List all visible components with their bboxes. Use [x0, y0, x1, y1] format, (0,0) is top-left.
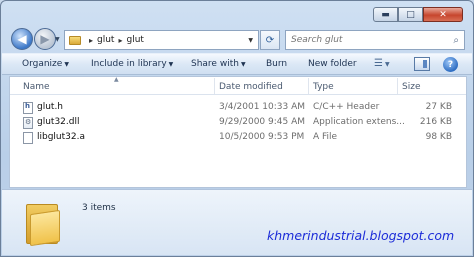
generic-file-icon	[23, 132, 33, 144]
dll-file-icon	[23, 117, 33, 129]
file-date: 10/5/2000 9:53 PM	[219, 132, 305, 142]
sort-ascending-icon: ▲	[114, 76, 119, 83]
file-name[interactable]: glut.h	[37, 102, 63, 112]
close-button[interactable]: ✕	[423, 7, 463, 22]
search-box[interactable]: ⌕	[285, 30, 465, 50]
address-bar[interactable]: ▸ glut ▸ glut ▼	[64, 30, 259, 50]
file-size: 216 KB	[419, 117, 452, 127]
chevron-down-icon: ▼	[64, 61, 69, 68]
forward-button[interactable]: ▶	[34, 28, 56, 50]
preview-pane-button[interactable]	[414, 57, 430, 71]
header-file-icon	[23, 102, 33, 114]
search-icon[interactable]: ⌕	[453, 35, 459, 46]
minimize-button[interactable]: ▬	[373, 7, 398, 22]
column-header-date[interactable]: Date modified	[219, 82, 283, 92]
watermark-text: khmerindustrial.blogspot.com	[267, 228, 455, 243]
breadcrumb-separator[interactable]: ▸	[118, 36, 122, 45]
refresh-button[interactable]: ⟳	[260, 30, 280, 50]
back-button[interactable]: ◀	[11, 28, 33, 50]
file-type: Application extens...	[313, 117, 405, 127]
folder-icon	[69, 35, 81, 45]
column-header-size[interactable]: Size	[402, 82, 420, 92]
search-input[interactable]	[291, 35, 441, 45]
file-name[interactable]: glut32.dll	[37, 117, 79, 127]
command-bar: Organize ▼ Include in library ▼ Share with…	[2, 53, 472, 75]
file-list: ▲ Name Date modified Type Size glut.h 3/…	[9, 76, 467, 188]
views-icon: ☰	[374, 58, 383, 69]
caption-buttons: ▬ □ ✕	[373, 7, 463, 22]
explorer-window: ▬ □ ✕ ◀ ▶ ▼ ▸ glut ▸ glut ▼ ⟳ ⌕ Organize…	[0, 0, 474, 257]
new-folder-button[interactable]: New folder	[308, 59, 357, 69]
folder-icon	[24, 200, 60, 247]
file-name[interactable]: libglut32.a	[37, 132, 85, 142]
help-button[interactable]: ?	[443, 57, 458, 72]
column-divider[interactable]	[397, 78, 398, 94]
file-type: C/C++ Header	[313, 102, 380, 112]
column-divider[interactable]	[214, 78, 215, 94]
breadcrumb-separator[interactable]: ▸	[89, 36, 93, 45]
file-row[interactable]: glut.h 3/4/2001 10:33 AM C/C++ Header 27…	[10, 101, 466, 115]
item-count: 3 items	[82, 203, 116, 213]
column-headers: ▲ Name Date modified Type Size	[10, 76, 466, 95]
file-date: 9/29/2000 9:45 AM	[219, 117, 306, 127]
column-header-name[interactable]: Name	[23, 82, 50, 92]
breadcrumb-item[interactable]: glut	[97, 35, 114, 45]
details-pane: 3 items khmerindustrial.blogspot.com	[2, 189, 472, 255]
file-type: A File	[313, 132, 338, 142]
column-header-type[interactable]: Type	[313, 82, 334, 92]
burn-button[interactable]: Burn	[266, 59, 287, 69]
maximize-button[interactable]: □	[398, 7, 423, 22]
file-size: 98 KB	[425, 132, 452, 142]
change-view-button[interactable]: ☰ ▼	[374, 58, 390, 69]
file-row[interactable]: glut32.dll 9/29/2000 9:45 AM Application…	[10, 116, 466, 130]
file-date: 3/4/2001 10:33 AM	[219, 102, 306, 112]
address-dropdown[interactable]: ▼	[248, 37, 253, 44]
breadcrumb-item[interactable]: glut	[126, 35, 143, 45]
organize-menu[interactable]: Organize ▼	[22, 59, 69, 69]
file-size: 27 KB	[425, 102, 452, 112]
include-in-library-menu[interactable]: Include in library ▼	[91, 59, 173, 69]
file-row[interactable]: libglut32.a 10/5/2000 9:53 PM A File 98 …	[10, 131, 466, 145]
share-with-menu[interactable]: Share with ▼	[191, 59, 246, 69]
recent-pages-dropdown[interactable]: ▼	[55, 36, 60, 43]
chevron-down-icon: ▼	[384, 61, 390, 68]
column-divider[interactable]	[308, 78, 309, 94]
chevron-down-icon: ▼	[168, 61, 174, 68]
chevron-down-icon: ▼	[240, 61, 246, 68]
